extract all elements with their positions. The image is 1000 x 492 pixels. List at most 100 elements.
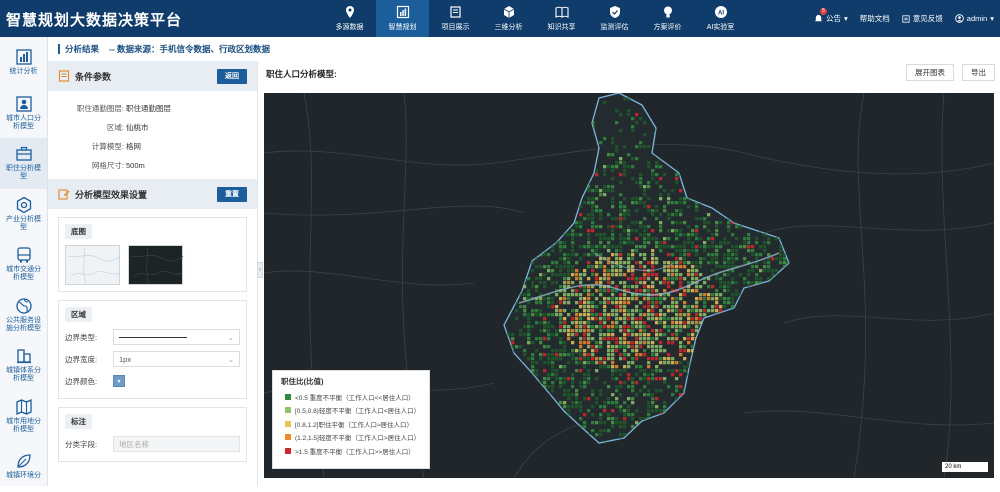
grid-cell [631, 349, 635, 353]
sidebar-item-jobs-housing[interactable]: 职住分析模型 [0, 138, 47, 189]
grid-cell [583, 109, 587, 113]
border-width-select[interactable]: 1px ⌄ [113, 351, 240, 367]
grid-cell [575, 253, 579, 257]
sidebar-item-public-service[interactable]: 公共服务设施分析模型 [0, 290, 47, 341]
reset-button[interactable]: 重置 [217, 187, 247, 202]
grid-cell [551, 273, 555, 277]
grid-cell [595, 325, 599, 329]
grid-cell [655, 181, 659, 185]
grid-cell [611, 265, 615, 269]
note-card: 标注 分类字段: 地区名称 [58, 407, 247, 462]
nav-ai-lab[interactable]: AI AI实验室 [694, 0, 747, 37]
grid-cell [504, 149, 507, 153]
grid-cell [679, 353, 683, 357]
grid-cell [603, 301, 607, 305]
grid-cell [711, 309, 715, 313]
grid-cell [583, 413, 587, 417]
grid-cell [551, 109, 555, 113]
legend-item: [0.5,0.8)轻度不平衡（工作人口<居住人口） [273, 404, 429, 418]
nav-smart-planning[interactable]: 智慧规划 [376, 0, 429, 37]
grid-cell [599, 233, 603, 237]
grid-cell [691, 265, 695, 269]
grid-cell [675, 201, 679, 205]
user-menu[interactable]: admin ▾ [954, 14, 994, 23]
grid-cell [631, 125, 635, 129]
border-type-select[interactable]: ⌄ [113, 329, 240, 345]
basemap-dark-thumb[interactable] [128, 245, 184, 285]
grid-cell [771, 285, 775, 289]
grid-cell [527, 289, 531, 293]
sidebar-item-statistics[interactable]: 统计分析 [0, 37, 47, 88]
back-button[interactable]: 返回 [217, 69, 247, 84]
grid-cell [615, 365, 619, 369]
grid-cell [767, 261, 771, 265]
nav-3d[interactable]: 三维分析 [482, 0, 535, 37]
grid-cell [583, 297, 587, 301]
grid-cell [727, 377, 731, 381]
grid-cell [651, 229, 655, 233]
grid-cell [679, 329, 683, 333]
field-input[interactable]: 地区名称 [113, 436, 240, 452]
grid-cell [643, 349, 647, 353]
grid-cell [751, 313, 755, 317]
map-view[interactable]: 职住比(比值) <0.5 重度不平衡（工作人口<<居住人口） [0.5,0.8)… [264, 93, 994, 478]
grid-cell [675, 213, 679, 217]
grid-cell [727, 265, 731, 269]
grid-cell [755, 209, 759, 213]
grid-cell [583, 385, 587, 389]
basemap-light-thumb[interactable] [65, 245, 121, 285]
effect-title: 分析模型效果设置 [75, 189, 148, 200]
grid-cell [731, 333, 735, 337]
sidebar-item-environment[interactable]: 城镇环境分 [0, 441, 47, 492]
sidebar-item-population[interactable]: 城市人口分析模型 [0, 88, 47, 139]
grid-cell [571, 373, 575, 377]
collapse-panel-handle[interactable]: ‹ [257, 262, 263, 278]
grid-cell [739, 201, 743, 205]
grid-cell [547, 141, 551, 145]
sidebar-item-land-use[interactable]: 城市用地分析模型 [0, 391, 47, 442]
expand-chart-button[interactable]: 展开图表 [906, 64, 954, 81]
nav-projects[interactable]: 项目展示 [429, 0, 482, 37]
nav-knowledge[interactable]: 知识共享 [535, 0, 588, 37]
grid-cell [707, 445, 710, 448]
grid-cell [651, 285, 655, 289]
nav-evaluation[interactable]: 方案评价 [641, 0, 694, 37]
sidebar-item-town-system[interactable]: 城镇体系分析模型 [0, 340, 47, 391]
grid-cell [583, 441, 587, 443]
grid-cell [551, 305, 555, 309]
grid-cell [707, 333, 711, 337]
help-link[interactable]: 帮助文档 [860, 13, 890, 24]
nav-monitor[interactable]: 监测评估 [588, 0, 641, 37]
sidebar-item-industry[interactable]: 产业分析模型 [0, 189, 47, 240]
grid-cell [631, 165, 635, 169]
grid-cell [707, 429, 711, 433]
grid-cell [611, 333, 615, 337]
nav-multisource[interactable]: 多源数据 [323, 0, 376, 37]
grid-cell [715, 357, 719, 361]
grid-cell [507, 365, 511, 369]
grid-cell [535, 349, 539, 353]
grid-cell [511, 249, 515, 253]
grid-cell [623, 161, 627, 165]
grid-cell [559, 317, 563, 321]
grid-cell [787, 357, 789, 361]
notice-button[interactable]: 5 公告 ▾ [814, 8, 848, 24]
grid-cell [743, 409, 747, 413]
grid-cell [591, 421, 595, 425]
grid-cell [695, 261, 699, 265]
grid-cell [599, 225, 603, 229]
grid-cell [571, 213, 575, 217]
grid-cell [623, 445, 626, 448]
grid-cell [683, 265, 687, 269]
sidebar-item-traffic[interactable]: 城市交通分析模型 [0, 239, 47, 290]
grid-cell [787, 309, 789, 313]
export-button[interactable]: 导出 [962, 64, 995, 81]
grid-cell [511, 405, 515, 409]
feedback-link[interactable]: 意见反馈 [902, 13, 943, 24]
grid-cell [527, 329, 531, 333]
border-color-picker[interactable]: ▾ [113, 375, 125, 387]
grid-cell [711, 353, 715, 357]
grid-cell [699, 437, 703, 441]
grid-cell [519, 245, 523, 249]
grid-cell [707, 185, 711, 189]
